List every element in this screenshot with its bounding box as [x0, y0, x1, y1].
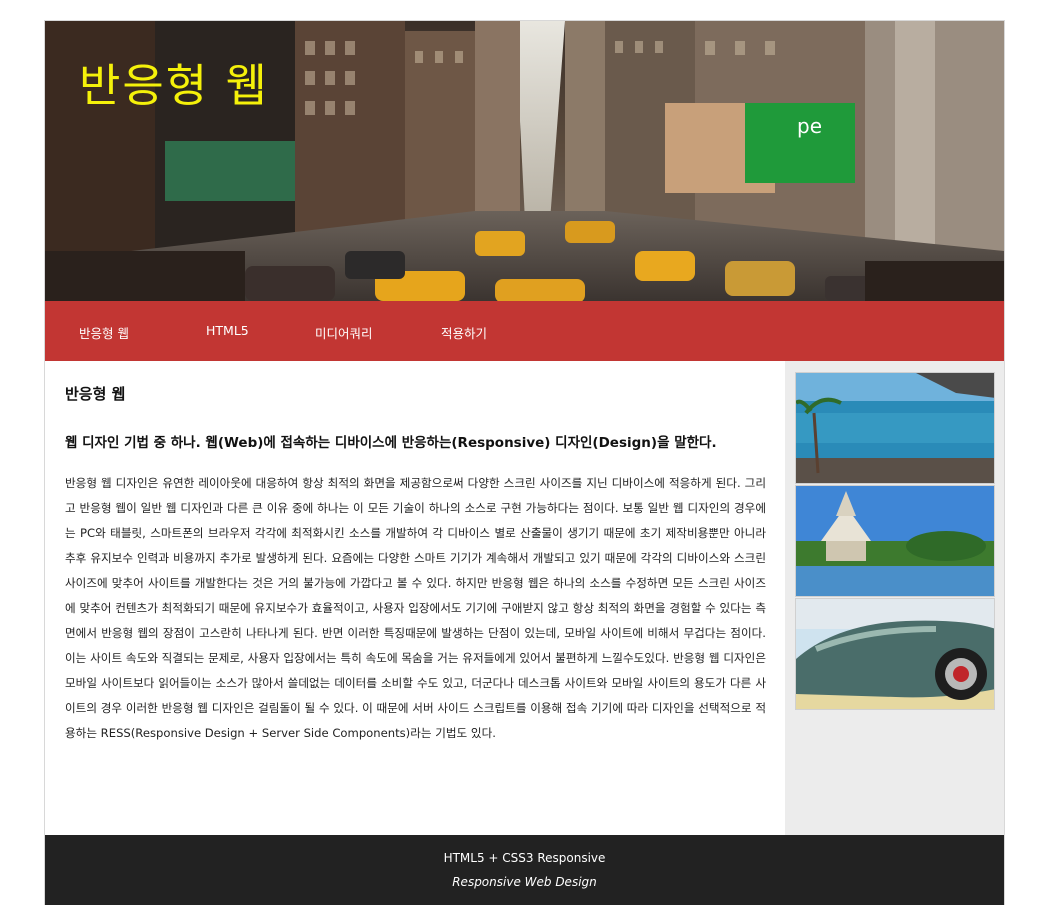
temple-photo — [795, 485, 995, 597]
section-heading: 반응형 웹 — [65, 385, 126, 403]
section-subheading: 웹 디자인 기법 중 하나. 웹(Web)에 접속하는 디바이스에 반응하는(R… — [65, 435, 717, 451]
main-content: 반응형 웹 웹 디자인 기법 중 하나. 웹(Web)에 접속하는 디바이스에 … — [45, 361, 785, 835]
site-title: 반응형 웹 — [79, 59, 269, 112]
main-nav: 반응형 웹 HTML5 미디어쿼리 적용하기 — [45, 301, 1004, 361]
sidebar — [785, 361, 1004, 835]
nav-item-media-query[interactable]: 미디어쿼리 — [315, 323, 373, 342]
sports-car-photo — [795, 598, 995, 710]
svg-text:pe: pe — [797, 114, 822, 138]
nav-item-responsive-web[interactable]: 반응형 웹 — [79, 323, 129, 342]
footer-subtitle: Responsive Web Design — [452, 875, 597, 889]
footer-title: HTML5 + CSS3 Responsive — [443, 851, 606, 865]
page-wrapper: pe 반응형 웹 반응형 웹 HTML5 미디어쿼리 적용하기 반응형 웹 웹 … — [44, 20, 1005, 905]
header-banner: pe 반응형 웹 — [45, 21, 1004, 301]
section-body: 반응형 웹 디자인은 유연한 레이아웃에 대응하여 항상 최적의 화면을 제공함… — [65, 476, 766, 740]
nav-item-apply[interactable]: 적용하기 — [441, 323, 487, 342]
beach-photo — [795, 372, 995, 484]
nav-item-html5[interactable]: HTML5 — [206, 323, 249, 338]
footer: HTML5 + CSS3 Responsive Responsive Web D… — [45, 835, 1004, 905]
